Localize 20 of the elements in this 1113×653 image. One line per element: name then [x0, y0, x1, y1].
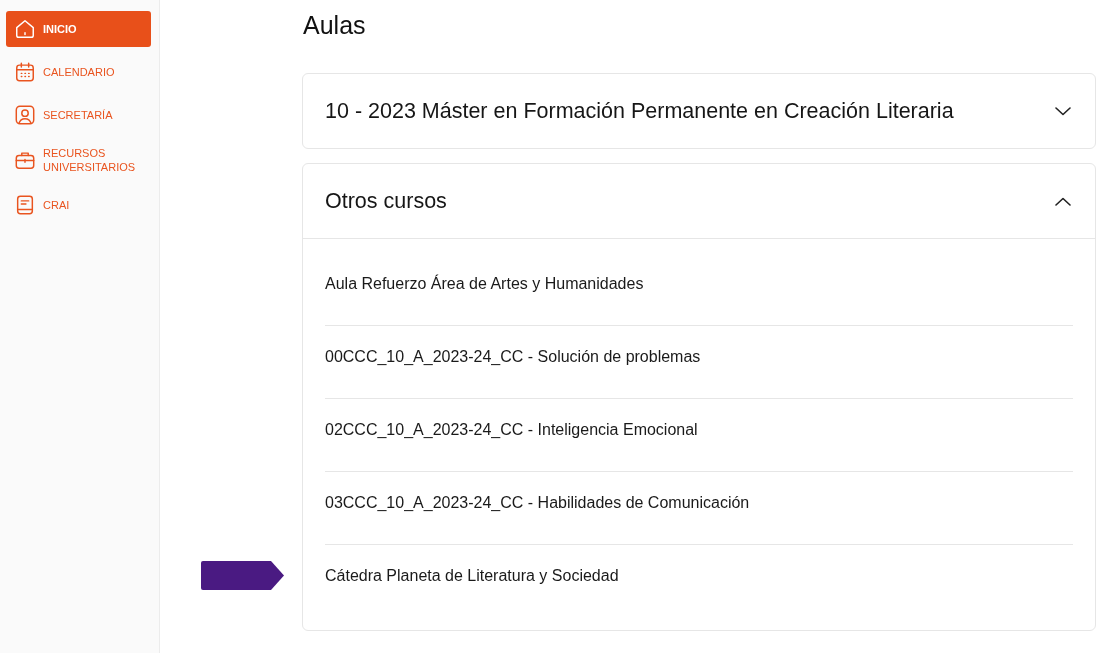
sidebar-item[interactable]: CRAI	[6, 187, 151, 223]
sidebar-item[interactable]: RECURSOS UNIVERSITARIOS	[6, 140, 151, 180]
document-icon	[14, 194, 36, 216]
home-icon	[14, 18, 36, 40]
course-link[interactable]: 03CCC_10_A_2023-24_CC - Habilidades de Comunicación	[325, 494, 750, 511]
course-link[interactable]: Cátedra Planeta de Literatura y Sociedad	[325, 567, 619, 584]
course-link[interactable]: 02CCC_10_A_2023-24_CC - Inteligencia Emocional	[325, 421, 698, 438]
accordion-header[interactable]: Otros cursos	[303, 164, 1095, 239]
profile-icon	[14, 104, 36, 126]
page-title: Aulas	[303, 10, 367, 40]
calendar-icon	[14, 61, 36, 83]
chevron-down-icon[interactable]	[1055, 106, 1071, 116]
chevron-up-icon[interactable]	[1055, 196, 1071, 206]
course-link[interactable]: 00CCC_10_A_2023-24_CC - Solución de problemas	[325, 348, 701, 365]
briefcase-icon	[14, 149, 36, 171]
course-link[interactable]: Aula Refuerzo Área de Artes y Humanidades	[325, 275, 644, 292]
accordion-header[interactable]: 10 - 2023 Máster en Formación Permanente en Creación Literaria	[303, 74, 1095, 148]
sidebar-item[interactable]: SECRETARÍA	[6, 97, 151, 133]
sidebar-item[interactable]: CALENDARIO	[6, 54, 151, 90]
sidebar-item[interactable]: INICIO	[6, 11, 151, 47]
